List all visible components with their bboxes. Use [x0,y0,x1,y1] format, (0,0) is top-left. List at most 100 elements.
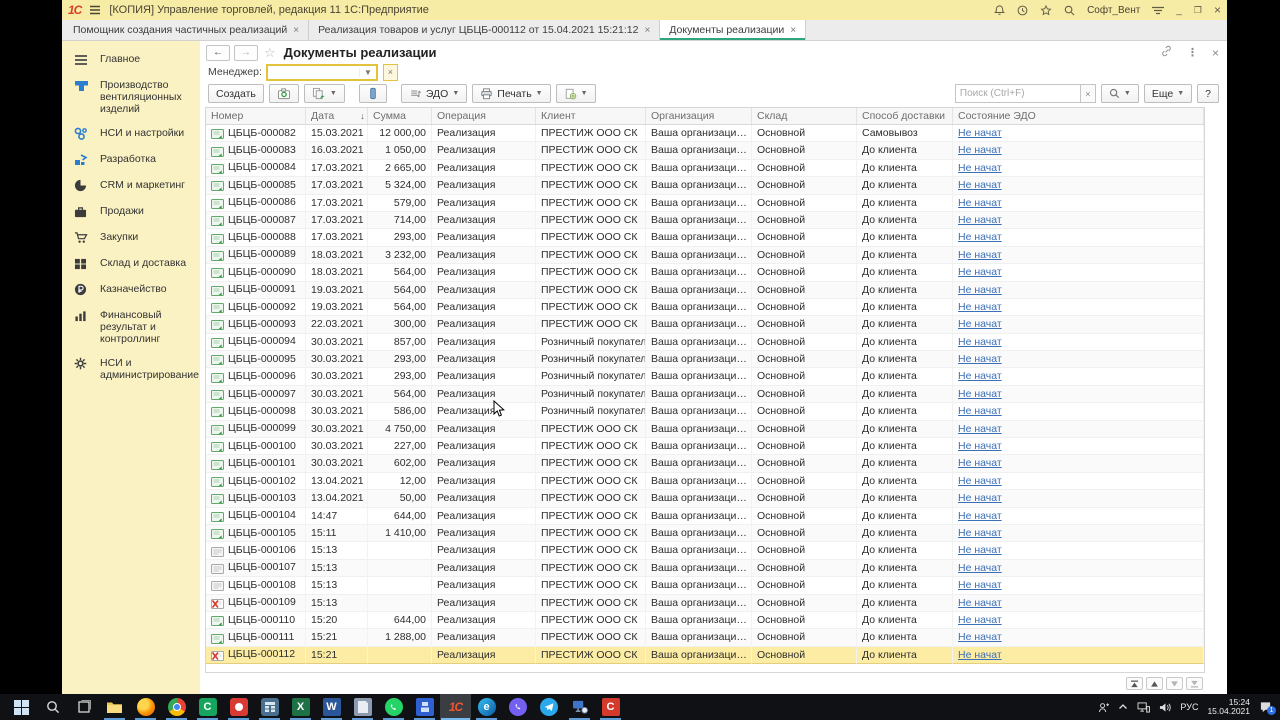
table-row[interactable]: ЦБЦБ-000092 19.03.2021 564,00 Реализация ПРЕ… [206,298,1204,317]
table-row[interactable]: ЦБЦБ-000101 30.03.2021 602,00 Реализация ПРЕ… [206,455,1204,473]
sidebar-item-6[interactable]: Продажи [62,199,200,225]
table-row[interactable]: ЦБЦБ-000099 30.03.2021 4 750,00 Реализация П… [206,420,1204,439]
edo-status-link[interactable]: Не начат [958,562,1002,574]
edo-status-link[interactable]: Не начат [958,457,1002,469]
taskbar-camtasia-icon[interactable]: C [192,694,223,720]
table-row[interactable]: ЦБЦБ-000093 22.03.2021 300,00 Реализация ПРЕ… [206,316,1204,334]
create-copy-button[interactable] [268,84,299,103]
column-header-8[interactable]: Способ доставки [857,108,953,124]
close-button[interactable]: × [1214,3,1221,17]
table-row[interactable]: ЦБЦБ-000096 30.03.2021 293,00 Реализация Роз… [206,368,1204,386]
more-button[interactable]: Еще ▼ [1143,84,1193,103]
service-menu-icon[interactable] [1152,6,1165,15]
edo-status-link[interactable]: Не начат [958,197,1002,209]
edo-status-link[interactable]: Не начат [958,510,1002,522]
taskbar-whatsapp-icon[interactable] [378,694,409,720]
edo-status-link[interactable]: Не начат [958,162,1002,174]
help-button[interactable]: ? [1197,84,1219,103]
column-header-4[interactable]: Операция [432,108,536,124]
column-header-2[interactable]: Дата ↓ [306,108,368,124]
print-menu-button[interactable]: Печать ▼ [472,84,551,103]
edo-menu-button[interactable]: ЭДО ▼ [400,84,468,103]
tab-3[interactable]: Документы реализации × [660,20,807,40]
column-header-5[interactable]: Клиент [536,108,646,124]
edo-status-link[interactable]: Не начат [958,649,1002,661]
list-search-input[interactable] [954,84,1080,103]
edo-status-link[interactable]: Не начат [958,214,1002,226]
table-row[interactable]: ЦБЦБ-000112 15:21 Реализация ПРЕСТИЖ ООО СК… [206,646,1204,665]
edo-status-link[interactable]: Не начат [958,631,1002,643]
edo-status-link[interactable]: Не начат [958,318,1002,330]
create-based-on-button[interactable]: ▼ [303,84,345,103]
table-row[interactable]: ЦБЦБ-000094 30.03.2021 857,00 Реализация Роз… [206,333,1204,352]
edo-status-link[interactable]: Не начат [958,544,1002,556]
column-header-1[interactable]: Номер [206,108,306,124]
sidebar-item-4[interactable]: Разработка [62,147,200,173]
edo-status-link[interactable]: Не начат [958,405,1002,417]
column-header-9[interactable]: Состояние ЭДО [953,108,1204,124]
table-row[interactable]: ЦБЦБ-000097 30.03.2021 564,00 Реализация Роз… [206,385,1204,404]
taskbar-notebook-app-icon[interactable] [347,694,378,720]
edo-status-link[interactable]: Не начат [958,353,1002,365]
table-row[interactable]: ЦБЦБ-000104 14:47 644,00 Реализация ПРЕСТИЖ … [206,507,1204,525]
back-button[interactable]: ← [206,44,230,61]
taskbar-floppy-app-icon[interactable] [409,694,440,720]
sidebar-item-9[interactable]: Казначейство [62,277,200,303]
taskbar-taskbar-search-icon[interactable] [37,694,68,720]
table-row[interactable]: ЦБЦБ-000105 15:11 1 410,00 Реализация ПРЕСТИ… [206,524,1204,543]
sidebar-item-5[interactable]: CRM и маркетинг [62,173,200,199]
taskbar-screen-recorder-icon[interactable] [223,694,254,720]
current-user[interactable]: Софт_Вент [1087,5,1140,16]
table-row[interactable]: ЦБЦБ-000103 13.04.2021 50,00 Реализация ПРЕС… [206,490,1204,508]
tray-network-icon[interactable] [1137,701,1151,713]
go-first-button[interactable] [1126,677,1143,690]
taskbar-start-icon[interactable] [6,694,37,720]
table-row[interactable]: ЦБЦБ-000086 17.03.2021 579,00 Реализация ПРЕ… [206,194,1204,212]
go-last-button[interactable] [1186,677,1203,690]
taskbar-excel-icon[interactable]: X [285,694,316,720]
edo-status-link[interactable]: Не начат [958,492,1002,504]
history-icon[interactable] [1017,5,1028,16]
tab-close-icon[interactable]: × [790,25,796,36]
edo-status-link[interactable]: Не начат [958,370,1002,382]
edo-status-link[interactable]: Не начат [958,475,1002,487]
edo-status-link[interactable]: Не начат [958,597,1002,609]
taskbar-firefox-icon[interactable] [130,694,161,720]
tab-close-icon[interactable]: × [644,25,650,36]
restore-button[interactable]: ❐ [1194,5,1202,16]
tab-2[interactable]: Реализация товаров и услуг ЦБЦБ-000112 о… [309,20,661,40]
edo-status-link[interactable]: Не начат [958,423,1002,435]
table-row[interactable]: ЦБЦБ-000110 15:20 644,00 Реализация ПРЕСТИЖ … [206,611,1204,630]
edo-status-link[interactable]: Не начат [958,388,1002,400]
edo-status-link[interactable]: Не начат [958,179,1002,191]
table-row[interactable]: ЦБЦБ-000085 17.03.2021 5 324,00 Реализация П… [206,177,1204,195]
table-row[interactable]: ЦБЦБ-000111 15:21 1 288,00 Реализация ПРЕСТИ… [206,629,1204,647]
more-actions-icon[interactable]: ⋮ [1187,46,1198,59]
create-button[interactable]: Создать [208,84,264,103]
edo-status-link[interactable]: Не начат [958,249,1002,261]
sidebar-item-8[interactable]: Склад и доставка [62,251,200,277]
notifications-bell-icon[interactable] [994,4,1006,16]
favorite-star-icon[interactable]: ☆ [264,45,276,61]
search-clear-button[interactable]: × [1079,84,1096,103]
tray-notifications-icon[interactable]: 1 [1259,701,1276,715]
taskbar-telegram-icon[interactable] [533,694,564,720]
edo-status-link[interactable]: Не начат [958,266,1002,278]
table-row[interactable]: ЦБЦБ-000091 19.03.2021 564,00 Реализация ПРЕ… [206,281,1204,299]
table-row[interactable]: ЦБЦБ-000088 17.03.2021 293,00 Реализация ПРЕ… [206,229,1204,247]
go-next-button[interactable] [1166,677,1183,690]
taskbar-remote-pc-app-icon[interactable] [564,694,595,720]
tab-1[interactable]: Помощник создания частичных реализаций × [64,20,310,40]
taskbar-1c-enterprise-icon[interactable]: 1С [440,694,471,720]
forward-button[interactable]: → [234,44,258,61]
main-menu-icon[interactable] [89,5,101,15]
manager-clear-button[interactable]: × [382,63,398,81]
table-row[interactable]: ЦБЦБ-000084 17.03.2021 2 665,00 Реализация П… [206,159,1204,178]
close-form-icon[interactable]: × [1212,46,1219,60]
taskbar-task-view-icon[interactable] [68,694,99,720]
search-icon[interactable] [1064,5,1075,16]
edo-status-link[interactable]: Не начат [958,579,1002,591]
table-row[interactable]: ЦБЦБ-000090 18.03.2021 564,00 Реализация ПРЕ… [206,264,1204,282]
manager-dropdown-icon[interactable]: ▼ [358,67,376,77]
taskbar-word-icon[interactable]: W [316,694,347,720]
